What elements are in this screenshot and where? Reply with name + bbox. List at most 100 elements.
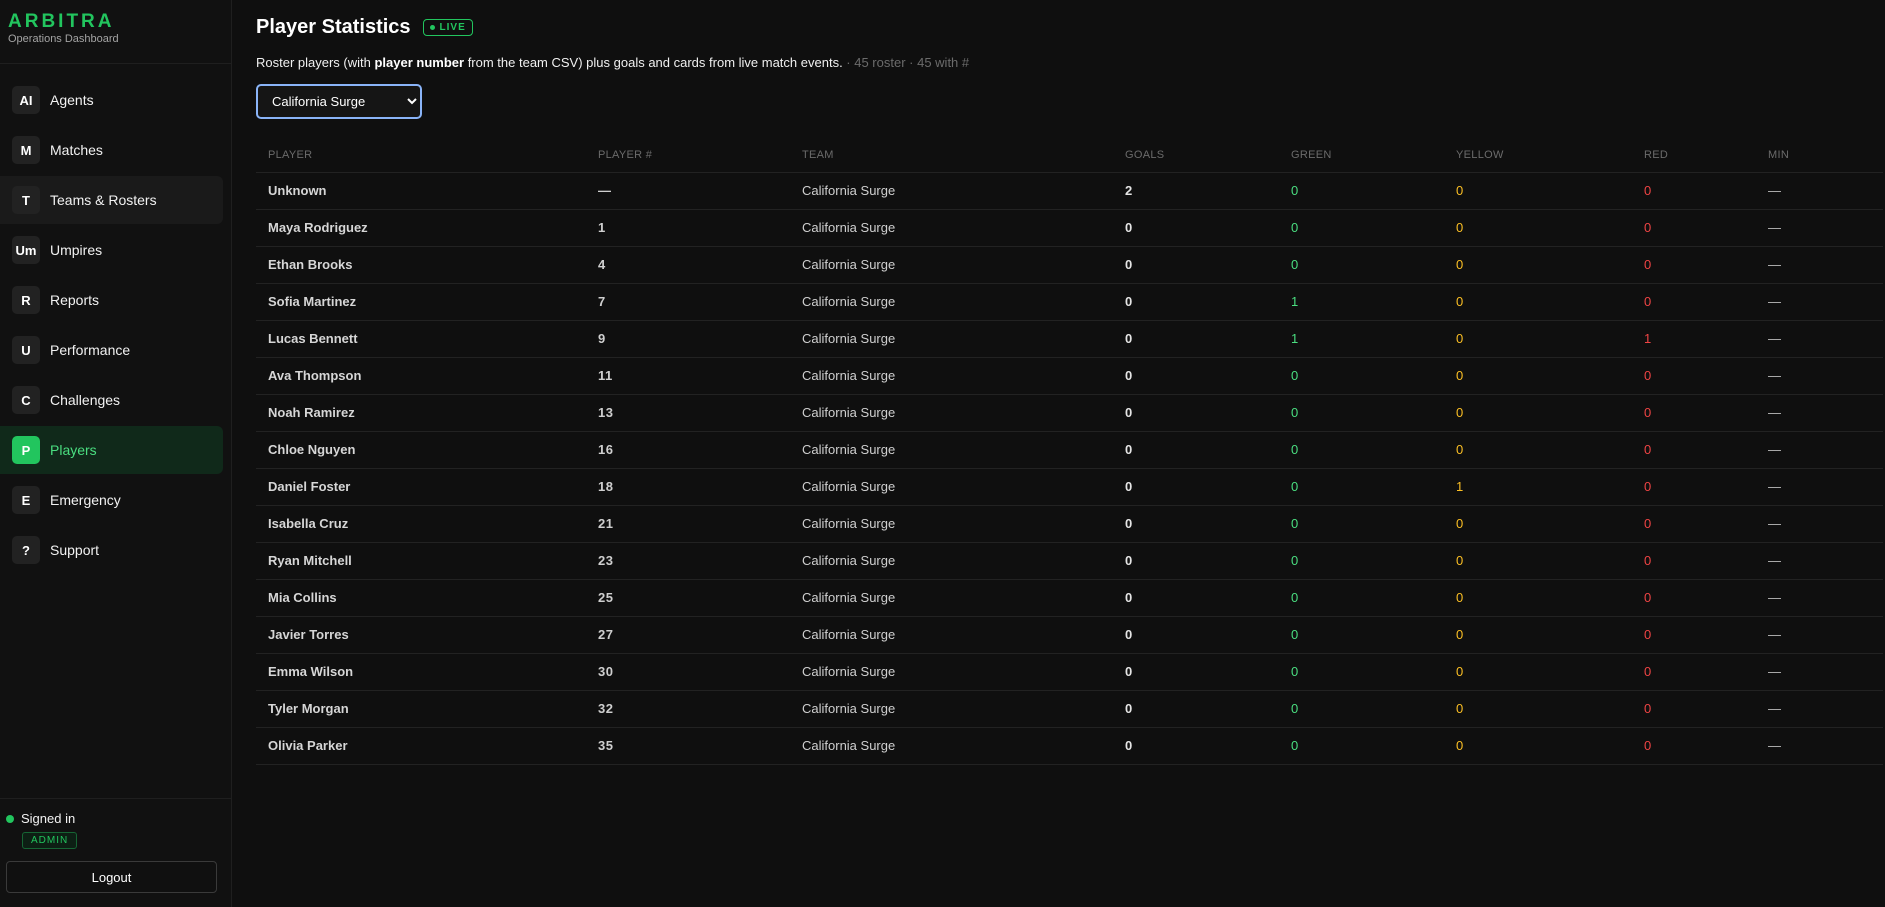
- sidebar-item-label: Players: [50, 442, 97, 458]
- col-player[interactable]: PLAYER: [256, 139, 586, 173]
- player-number: 32: [586, 690, 790, 728]
- yellow-cards: 0: [1444, 727, 1632, 765]
- online-dot-icon: [6, 814, 14, 823]
- red-cards: 0: [1632, 357, 1756, 395]
- minutes: —: [1756, 653, 1883, 691]
- col-goals[interactable]: GOALS: [1113, 139, 1279, 173]
- green-cards: 0: [1279, 690, 1444, 728]
- player-name: Emma Wilson: [256, 653, 586, 691]
- umpires-icon: Um: [12, 236, 40, 264]
- sidebar-item-support[interactable]: ? Support: [0, 526, 223, 574]
- team-name: California Surge: [790, 468, 1113, 506]
- goals-count: 0: [1113, 468, 1279, 506]
- sidebar-item-umpires[interactable]: Um Umpires: [0, 226, 223, 274]
- support-icon: ?: [12, 536, 40, 564]
- col-red[interactable]: RED: [1632, 139, 1756, 173]
- players-icon: P: [12, 436, 40, 464]
- table-row[interactable]: Chloe Nguyen 16 California Surge 0 0 0 0—: [256, 431, 1883, 469]
- col-team[interactable]: TEAM: [790, 139, 1113, 173]
- goals-count: 0: [1113, 357, 1279, 395]
- col-player-number[interactable]: PLAYER #: [586, 139, 790, 173]
- table-row[interactable]: Noah Ramirez 13 California Surge 0 0 0 0—: [256, 394, 1883, 432]
- table-row[interactable]: Maya Rodriguez 1 California Surge 0 0 0 0—: [256, 209, 1883, 247]
- minutes: —: [1756, 394, 1883, 432]
- goals-count: 0: [1113, 690, 1279, 728]
- table-body: Unknown — California Surge 2 0 0 0— Maya Rodrig…: [256, 172, 1883, 765]
- desc-bold: player number: [374, 55, 465, 70]
- player-name: Unknown: [256, 172, 586, 210]
- sidebar-nav: AI Agents M Matches T Teams & Rosters Um Ump…: [0, 64, 231, 798]
- table-row[interactable]: Javier Torres 27 California Surge 0 0 0 0—: [256, 616, 1883, 654]
- logout-button[interactable]: Logout: [6, 861, 217, 893]
- red-cards: 0: [1632, 172, 1756, 210]
- emergency-icon: E: [12, 486, 40, 514]
- performance-icon: U: [12, 336, 40, 364]
- yellow-cards: 0: [1444, 505, 1632, 543]
- yellow-cards: 0: [1444, 542, 1632, 580]
- sidebar-item-emergency[interactable]: E Emergency: [0, 476, 223, 524]
- team-select[interactable]: California Surge: [256, 84, 422, 119]
- goals-count: 0: [1113, 616, 1279, 654]
- table-row[interactable]: Lucas Bennett 9 California Surge 0 1 0 1—: [256, 320, 1883, 358]
- player-name: Mia Collins: [256, 579, 586, 617]
- sidebar-item-agents[interactable]: AI Agents: [0, 76, 223, 124]
- player-number: 35: [586, 727, 790, 765]
- yellow-cards: 0: [1444, 579, 1632, 617]
- main-content: Player Statistics LIVE Roster players (w…: [232, 0, 1885, 907]
- sidebar-item-reports[interactable]: R Reports: [0, 276, 223, 324]
- table-row[interactable]: Ethan Brooks 4 California Surge 0 0 0 0—: [256, 246, 1883, 284]
- table-row[interactable]: Ava Thompson 11 California Surge 0 0 0 0—: [256, 357, 1883, 395]
- red-cards: 0: [1632, 394, 1756, 432]
- table-row[interactable]: Ryan Mitchell 23 California Surge 0 0 0 0—: [256, 542, 1883, 580]
- yellow-cards: 0: [1444, 690, 1632, 728]
- signed-in-status: Signed in: [6, 811, 225, 826]
- table-row[interactable]: Isabella Cruz 21 California Surge 0 0 0 0—: [256, 505, 1883, 543]
- sidebar-item-label: Emergency: [50, 492, 121, 508]
- col-min[interactable]: MIN: [1756, 139, 1883, 173]
- table-row[interactable]: Tyler Morgan 32 California Surge 0 0 0 0—: [256, 690, 1883, 728]
- goals-count: 0: [1113, 505, 1279, 543]
- minutes: —: [1756, 505, 1883, 543]
- sidebar-item-matches[interactable]: M Matches: [0, 126, 223, 174]
- sidebar-item-label: Support: [50, 542, 100, 558]
- page-header: Player Statistics LIVE: [256, 16, 1883, 39]
- goals-count: 2: [1113, 172, 1279, 210]
- green-cards: 0: [1279, 653, 1444, 691]
- challenges-icon: C: [12, 386, 40, 414]
- col-green[interactable]: GREEN: [1279, 139, 1444, 173]
- red-cards: 0: [1632, 283, 1756, 321]
- green-cards: 0: [1279, 616, 1444, 654]
- player-name: Maya Rodriguez: [256, 209, 586, 247]
- red-cards: 0: [1632, 616, 1756, 654]
- reports-icon: R: [12, 286, 40, 314]
- sidebar-item-performance[interactable]: U Performance: [0, 326, 223, 374]
- table-row[interactable]: Mia Collins 25 California Surge 0 0 0 0—: [256, 579, 1883, 617]
- sidebar-item-players[interactable]: P Players: [0, 426, 223, 474]
- table-row[interactable]: Emma Wilson 30 California Surge 0 0 0 0—: [256, 653, 1883, 691]
- minutes: —: [1756, 579, 1883, 617]
- sidebar-item-challenges[interactable]: C Challenges: [0, 376, 223, 424]
- table-row[interactable]: Sofia Martinez 7 California Surge 0 1 0 0—: [256, 283, 1883, 321]
- team-name: California Surge: [790, 357, 1113, 395]
- red-cards: 0: [1632, 690, 1756, 728]
- team-name: California Surge: [790, 579, 1113, 617]
- goals-count: 0: [1113, 209, 1279, 247]
- sidebar-item-teams-rosters[interactable]: T Teams & Rosters: [0, 176, 223, 224]
- col-yellow[interactable]: YELLOW: [1444, 139, 1632, 173]
- live-label: LIVE: [439, 22, 466, 33]
- sidebar-footer: Signed in ADMIN Logout: [0, 798, 231, 907]
- goals-count: 0: [1113, 653, 1279, 691]
- player-number: 4: [586, 246, 790, 284]
- player-name: Chloe Nguyen: [256, 431, 586, 469]
- minutes: —: [1756, 542, 1883, 580]
- green-cards: 0: [1279, 727, 1444, 765]
- green-cards: 0: [1279, 505, 1444, 543]
- player-number: 11: [586, 357, 790, 395]
- green-cards: 0: [1279, 431, 1444, 469]
- table-row[interactable]: Unknown — California Surge 2 0 0 0—: [256, 172, 1883, 210]
- goals-count: 0: [1113, 579, 1279, 617]
- minutes: —: [1756, 246, 1883, 284]
- table-row[interactable]: Olivia Parker 35 California Surge 0 0 0 0—: [256, 727, 1883, 765]
- table-row[interactable]: Daniel Foster 18 California Surge 0 0 1 0—: [256, 468, 1883, 506]
- yellow-cards: 0: [1444, 653, 1632, 691]
